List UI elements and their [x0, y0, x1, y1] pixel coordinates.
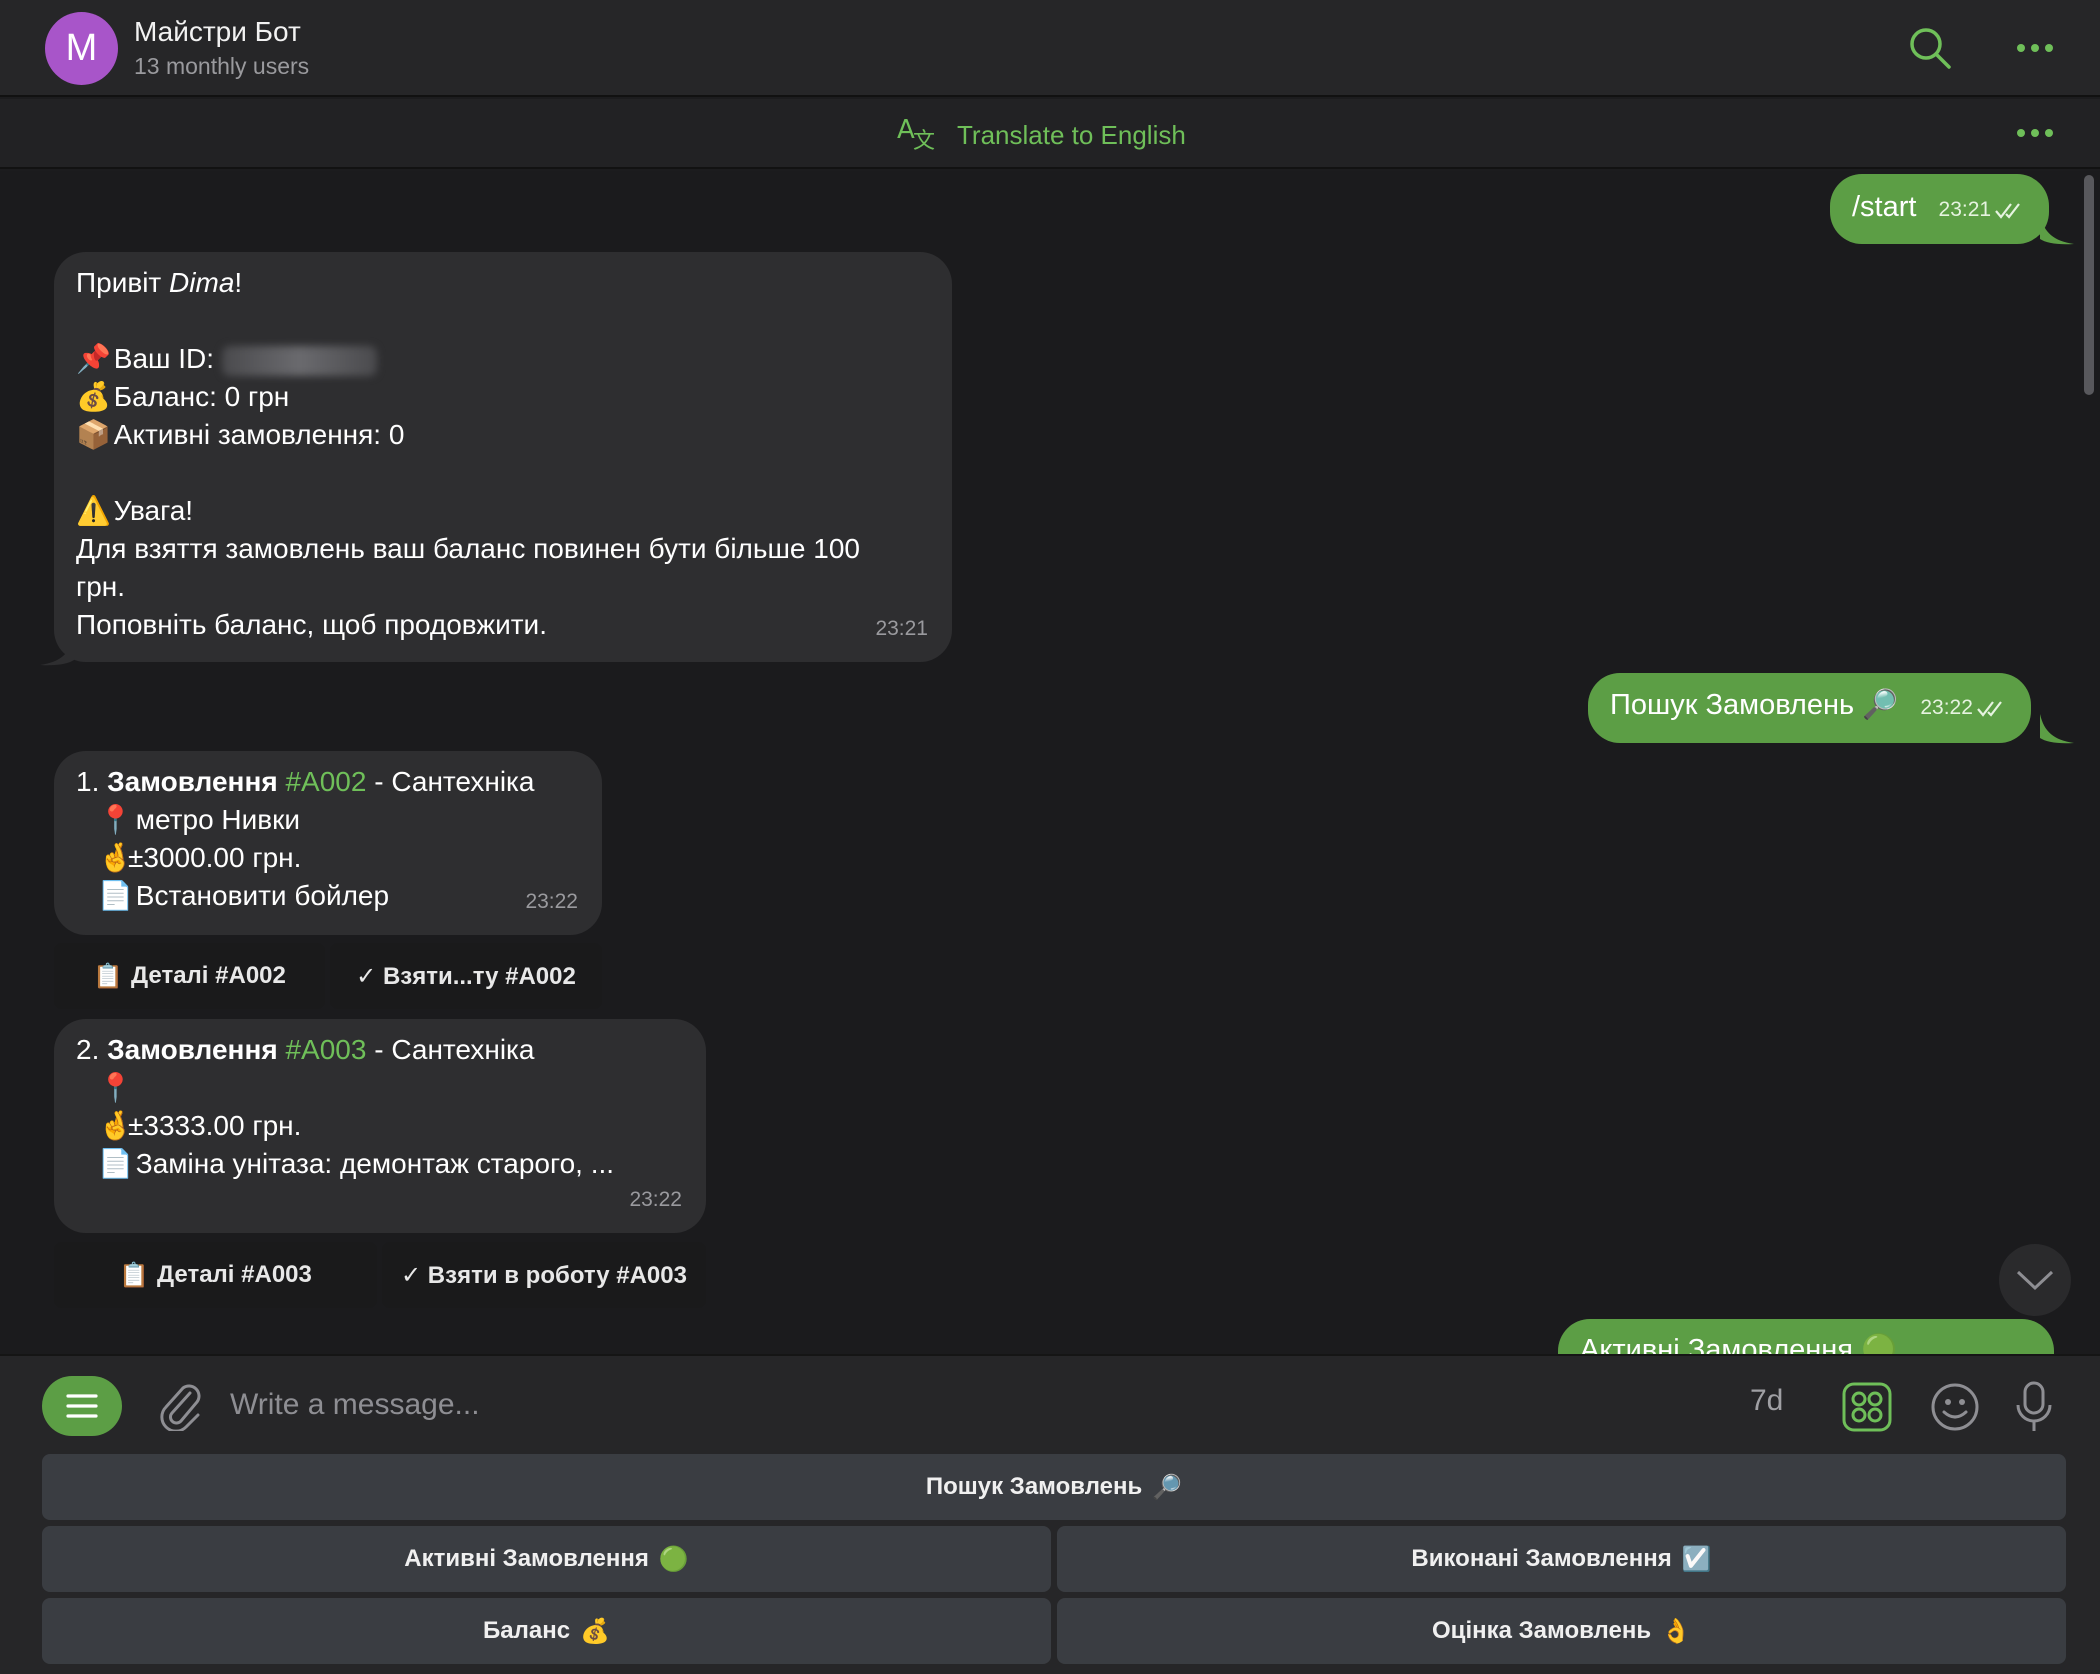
- clipboard-icon: 📋: [119, 1261, 150, 1289]
- reply-keyboard: Пошук Замовлень 🔎 Активні Замовлення 🟢 Вик…: [0, 1452, 2100, 1674]
- bubble-tail: [2040, 714, 2074, 744]
- money-bag-icon: 💰: [580, 1617, 610, 1645]
- magnifier-icon: 🔎: [1862, 689, 1899, 721]
- blurred-id: [221, 345, 377, 376]
- details-button[interactable]: 📋 Деталі #A002: [54, 943, 325, 1009]
- check-box-icon: ☑️: [1681, 1545, 1712, 1573]
- message-text: Активні Замовлення: [1580, 1334, 1853, 1354]
- microphone-icon[interactable]: [2005, 1378, 2063, 1436]
- fingers-crossed-icon: 🤞: [98, 842, 133, 873]
- pin-icon: 📍: [98, 1072, 133, 1103]
- warning-text-1: Для взяття замовлень ваш баланс повинен …: [76, 533, 860, 564]
- bubble-tail: [40, 636, 74, 666]
- search-icon[interactable]: [1900, 20, 1960, 76]
- details-button[interactable]: 📋 Деталі #A003: [54, 1242, 377, 1308]
- order-title: 2. Замовлення #A003 - Сантехніка: [76, 1034, 535, 1065]
- order-title: 1. Замовлення #A002 - Сантехніка: [76, 766, 535, 797]
- pin-icon: 📍: [98, 804, 133, 835]
- more-icon[interactable]: [2005, 20, 2065, 76]
- avatar[interactable]: M: [45, 12, 118, 85]
- take-order-button[interactable]: ✓ Взяти...ту #A002: [330, 943, 602, 1009]
- double-check-icon: [1977, 701, 2002, 717]
- warning-text-2: грн.: [76, 571, 126, 602]
- order-price: 🤞±3000.00 грн.: [76, 839, 580, 877]
- scroll-down-button[interactable]: [1999, 1244, 2071, 1316]
- translate-more-icon[interactable]: [2005, 105, 2065, 161]
- keyboard-search-button[interactable]: Пошук Замовлень 🔎: [42, 1454, 2066, 1520]
- green-circle-icon: 🟢: [658, 1545, 689, 1573]
- chat-title[interactable]: Майстри Бот: [134, 16, 301, 48]
- keyboard-active-button[interactable]: Активні Замовлення 🟢: [42, 1526, 1051, 1592]
- message-time: 23:22: [629, 1188, 682, 1211]
- keyboard-rating-button[interactable]: Оцінка Замовлень 👌: [1057, 1598, 2066, 1664]
- order-description: 📄 Заміна унітаза: демонтаж старого, ...: [76, 1145, 684, 1183]
- bot-keyboard-icon[interactable]: [1838, 1378, 1896, 1436]
- document-icon: 📄: [98, 1148, 133, 1179]
- message-input[interactable]: [230, 1374, 1680, 1436]
- message-out[interactable]: Пошук Замовлень 🔎 23:22: [1588, 673, 2031, 743]
- message-text: /start: [1852, 191, 1917, 223]
- order-description: 📄 Встановити бойлер: [76, 877, 580, 915]
- translate-button[interactable]: A 文 Translate to English: [895, 113, 1186, 157]
- translate-bar: A 文 Translate to English: [0, 99, 2100, 169]
- attach-icon[interactable]: [152, 1378, 210, 1436]
- menu-icon: [66, 1394, 98, 1418]
- balance-line: 💰 Баланс: 0 грн: [76, 378, 930, 416]
- keyboard-done-button[interactable]: Виконані Замовлення ☑️: [1057, 1526, 2066, 1592]
- chat-header: M Майстри Бот 13 monthly users: [0, 0, 2100, 97]
- order-code: #A003: [285, 1034, 367, 1065]
- id-line: 📌 Ваш ID:: [76, 340, 930, 378]
- clipboard-icon: 📋: [93, 962, 124, 990]
- chat-subtitle: 13 monthly users: [134, 53, 310, 79]
- translate-label: Translate to English: [957, 119, 1186, 150]
- message-list[interactable]: /start 23:21 Привіт Dima! 📌 Ваш ID: 💰 Ба…: [0, 171, 2100, 1354]
- ok-hand-icon: 👌: [1661, 1617, 1691, 1645]
- message-time: 23:22: [1920, 696, 2007, 720]
- greeting-line: Привіт Dima!: [76, 267, 243, 298]
- money-bag-icon: 💰: [76, 381, 111, 412]
- auto-delete-timer[interactable]: 7d: [1750, 1384, 1783, 1418]
- order-price: 🤞±3333.00 грн.: [76, 1107, 684, 1145]
- message-in[interactable]: Привіт Dima! 📌 Ваш ID: 💰 Баланс: 0 грн 📦…: [54, 252, 952, 662]
- double-check-icon: [1995, 203, 2020, 219]
- message-time: 23:21: [1939, 198, 2026, 222]
- active-orders-line: 📦 Активні замовлення: 0: [76, 416, 930, 454]
- order-message[interactable]: 2. Замовлення #A003 - Сантехніка 📍 🤞±333…: [54, 1019, 706, 1233]
- svg-text:文: 文: [913, 129, 935, 152]
- green-circle-icon: 🟢: [1861, 1334, 1898, 1354]
- message-out[interactable]: /start 23:21: [1830, 174, 2050, 244]
- emoji-icon[interactable]: [1926, 1378, 1984, 1436]
- pushpin-icon: 📌: [76, 343, 111, 374]
- message-time: 23:21: [875, 617, 928, 640]
- message-text: Пошук Замовлень: [1610, 689, 1855, 721]
- composer: 7d: [0, 1354, 2100, 1452]
- bot-menu-button[interactable]: [42, 1376, 122, 1436]
- order-code: #A002: [285, 766, 367, 797]
- warning-icon: ⚠️: [76, 495, 111, 526]
- keyboard-balance-button[interactable]: Баланс 💰: [42, 1598, 1051, 1664]
- bubble-tail: [2040, 215, 2074, 245]
- fingers-crossed-icon: 🤞: [98, 1110, 133, 1141]
- warning-title: ⚠️ Увага!: [76, 492, 930, 530]
- order-location: 📍: [76, 1069, 684, 1107]
- take-order-button[interactable]: ✓ Взяти в роботу #A003: [382, 1242, 706, 1308]
- order-location: 📍 метро Нивки: [76, 801, 580, 839]
- warning-text-3: Поповніть баланс, щоб продовжити.: [76, 609, 547, 640]
- package-icon: 📦: [76, 419, 111, 450]
- magnifier-icon: 🔎: [1152, 1473, 1183, 1501]
- order-message[interactable]: 1. Замовлення #A002 - Сантехніка 📍 метро…: [54, 751, 602, 935]
- scrollbar[interactable]: [2084, 175, 2094, 395]
- message-out[interactable]: Активні Замовлення 🟢: [1558, 1319, 2054, 1354]
- message-time: 23:22: [525, 890, 578, 913]
- translate-icon: A 文: [895, 112, 939, 159]
- chevron-down-icon: [2016, 1270, 2054, 1291]
- document-icon: 📄: [98, 880, 133, 911]
